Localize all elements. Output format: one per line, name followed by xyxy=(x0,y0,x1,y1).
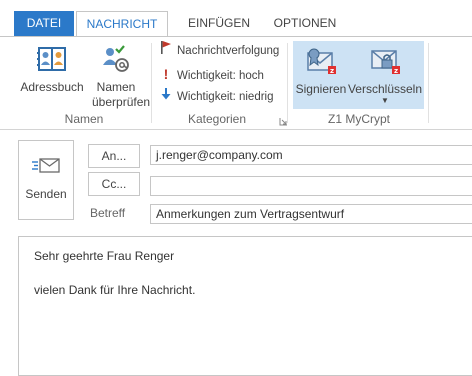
wichtigkeit-hoch-button[interactable]: ! Wichtigkeit: hoch xyxy=(160,64,264,84)
ribbon-tab-bar: DATEI NACHRICHT EINFÜGEN OPTIONEN xyxy=(0,0,472,37)
signieren-button[interactable]: z Signieren xyxy=(294,45,348,97)
message-body[interactable]: Sehr geehrte Frau Renger vielen Dank für… xyxy=(18,236,472,376)
wichtigkeit-niedrig-label: Wichtigkeit: niedrig xyxy=(177,91,274,103)
exclamation-icon: ! xyxy=(163,66,169,82)
namen-label-line2: überprüfen xyxy=(92,95,151,109)
adressbuch-button[interactable]: Adressbuch xyxy=(16,43,88,95)
to-field[interactable]: j.renger@company.com xyxy=(150,145,472,165)
verschluesseln-button[interactable]: z Verschlüsseln ▼ xyxy=(346,45,424,105)
tab-einfuegen[interactable]: EINFÜGEN xyxy=(172,11,266,35)
senden-button[interactable]: Senden xyxy=(18,140,74,220)
tab-datei[interactable]: DATEI xyxy=(14,11,74,36)
wichtigkeit-hoch-label: Wichtigkeit: hoch xyxy=(177,70,264,82)
dropdown-arrow-icon[interactable]: ▼ xyxy=(346,97,424,105)
group-label-kategorien: Kategorien xyxy=(187,112,247,126)
signieren-label: Signieren xyxy=(295,82,347,96)
verschluesseln-label: Verschlüsseln xyxy=(347,82,423,96)
cc-button[interactable]: Cc... xyxy=(88,172,140,196)
namen-label-line1: Namen xyxy=(96,80,136,94)
send-icon xyxy=(32,158,60,173)
senden-label: Senden xyxy=(25,187,67,201)
body-text: vielen Dank für Ihre Nachricht. xyxy=(34,283,196,297)
nachrichtverfolgung-label: Nachrichtverfolgung xyxy=(177,45,280,57)
tab-nachricht[interactable]: NACHRICHT xyxy=(76,11,168,37)
group-label-namen: Namen xyxy=(64,112,104,126)
svg-text:z: z xyxy=(394,67,398,75)
encrypt-envelope-icon: z xyxy=(371,50,400,75)
address-book-icon xyxy=(37,47,66,71)
arrow-down-icon xyxy=(160,87,172,107)
namen-ueberpruefen-button[interactable]: Namen überprüfen xyxy=(92,43,151,110)
adressbuch-label: Adressbuch xyxy=(20,80,84,94)
body-greeting: Sehr geehrte Frau Renger xyxy=(34,249,175,263)
tab-optionen[interactable]: OPTIONEN xyxy=(262,11,348,35)
ribbon-separator xyxy=(428,43,429,123)
cc-field[interactable] xyxy=(150,176,472,196)
ribbon-separator xyxy=(151,43,152,123)
nachrichtverfolgung-button[interactable]: Nachrichtverfolgung xyxy=(160,41,279,61)
wichtigkeit-niedrig-button[interactable]: Wichtigkeit: niedrig xyxy=(160,87,274,107)
ribbon: Adressbuch Namen überprüfen Namen Nachri… xyxy=(0,36,472,130)
an-button[interactable]: An... xyxy=(88,144,140,168)
check-names-icon xyxy=(103,45,129,72)
flag-icon xyxy=(160,41,172,61)
sign-envelope-icon: z xyxy=(307,48,336,75)
group-label-mycrypt: Z1 MyCrypt xyxy=(327,112,390,126)
ribbon-separator xyxy=(287,43,288,123)
svg-text:z: z xyxy=(330,67,334,75)
subject-field[interactable]: Anmerkungen zum Vertragsentwurf xyxy=(150,204,472,224)
betreff-label: Betreff xyxy=(90,206,126,220)
